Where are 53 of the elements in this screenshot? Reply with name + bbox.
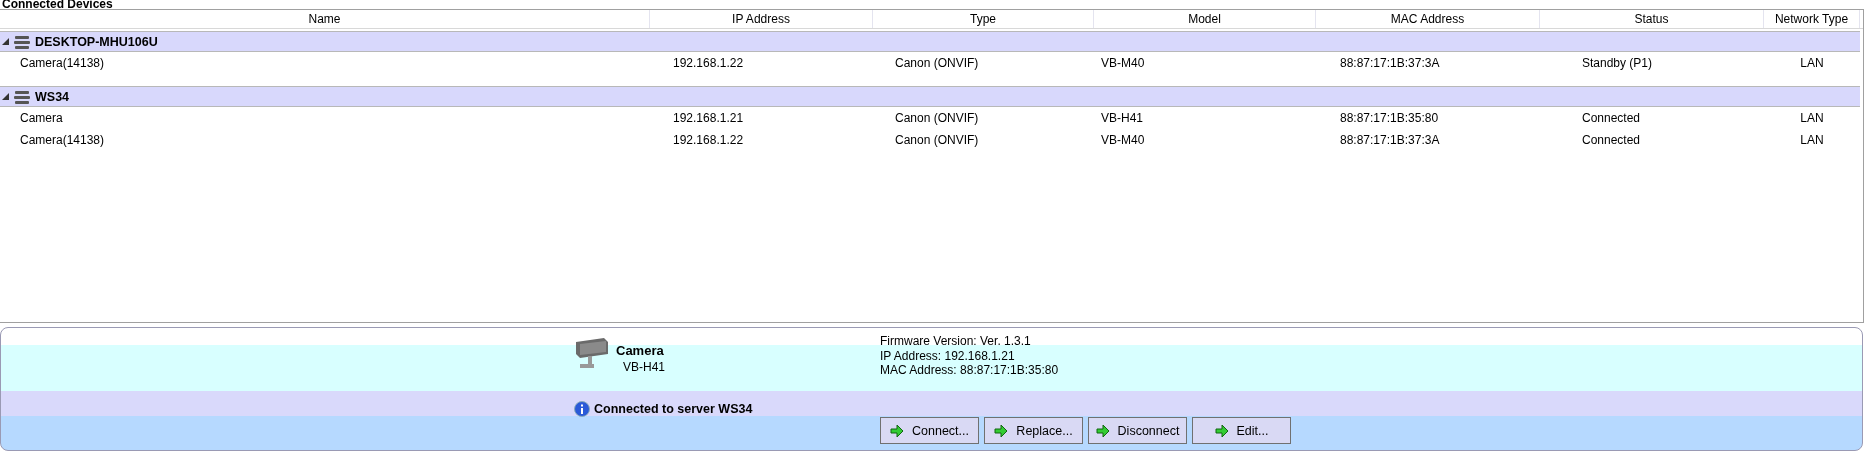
column-header[interactable]: Model (1094, 10, 1316, 28)
collapse-arrow-icon[interactable] (2, 38, 9, 45)
table-cell-text: Standby (P1) (1581, 55, 1654, 72)
column-header[interactable]: Status (1540, 10, 1764, 28)
column-header[interactable]: MAC Address (1316, 10, 1540, 28)
table-cell-text: Camera (19, 110, 64, 127)
table-cell-text: Camera(14138) (19, 55, 106, 72)
table-cell-text: 88:87:17:1B:37:3A (1339, 55, 1441, 72)
table-cell-text: 192.168.1.22 (672, 55, 745, 72)
column-header[interactable]: Name (0, 10, 650, 28)
table-cell-text: Canon (ONVIF) (894, 132, 980, 149)
column-header[interactable]: Network Type (1764, 10, 1860, 28)
table-cell-text: 192.168.1.21 (672, 110, 745, 127)
arrow-right-icon (890, 423, 904, 438)
table-cell-text: LAN (1799, 110, 1825, 127)
group-name: DESKTOP-MHU106U (35, 34, 158, 49)
column-header[interactable]: IP Address (650, 10, 873, 28)
table-cell-text: Connected (1581, 132, 1642, 149)
device-info-line: Firmware Version: Ver. 1.3.1 (880, 334, 1032, 349)
column-header[interactable]: Type (873, 10, 1094, 28)
table-cell-text: 192.168.1.22 (672, 132, 745, 149)
device-info-line: MAC Address: 88:87:17:1B:35:80 (880, 363, 1059, 378)
group-row[interactable]: DESKTOP-MHU106U (0, 31, 1860, 52)
table-cell-text: 88:87:17:1B:37:3A (1339, 132, 1441, 149)
table-cell-text: VB-M40 (1100, 132, 1146, 149)
server-stack-icon (14, 34, 30, 49)
arrow-right-icon (994, 423, 1009, 438)
table-cell-text: VB-H41 (1100, 110, 1145, 127)
action-button[interactable]: Connect... (880, 417, 979, 444)
section-title: Connected Devices (1, 0, 114, 8)
table-cell-text: Connected (1581, 110, 1642, 127)
action-button[interactable]: Replace... (984, 417, 1083, 444)
table-cell-text: Camera(14138) (19, 132, 106, 149)
table-cell-text: Canon (ONVIF) (894, 110, 980, 127)
server-stack-icon (14, 89, 30, 104)
info-icon (574, 401, 590, 417)
collapse-arrow-icon[interactable] (2, 93, 9, 100)
device-name: Camera (616, 343, 665, 358)
table-cell-text: 88:87:17:1B:35:80 (1339, 110, 1440, 127)
table-cell-text: LAN (1799, 132, 1825, 149)
action-button[interactable]: Edit... (1192, 417, 1291, 444)
group-name: WS34 (35, 89, 70, 104)
status-message: Connected to server WS34 (594, 402, 753, 416)
device-model: VB-H41 (622, 360, 666, 374)
action-button[interactable]: Disconnect (1088, 417, 1187, 444)
group-row[interactable]: WS34 (0, 86, 1860, 107)
table-cell-text: VB-M40 (1100, 55, 1146, 72)
device-info-line: IP Address: 192.168.1.21 (880, 348, 1016, 363)
arrow-right-icon (1095, 423, 1110, 438)
table-cell-text: LAN (1799, 55, 1825, 72)
arrow-right-icon (1214, 423, 1229, 438)
table-cell-text: Canon (ONVIF) (894, 55, 980, 72)
security-camera-icon (574, 338, 610, 370)
